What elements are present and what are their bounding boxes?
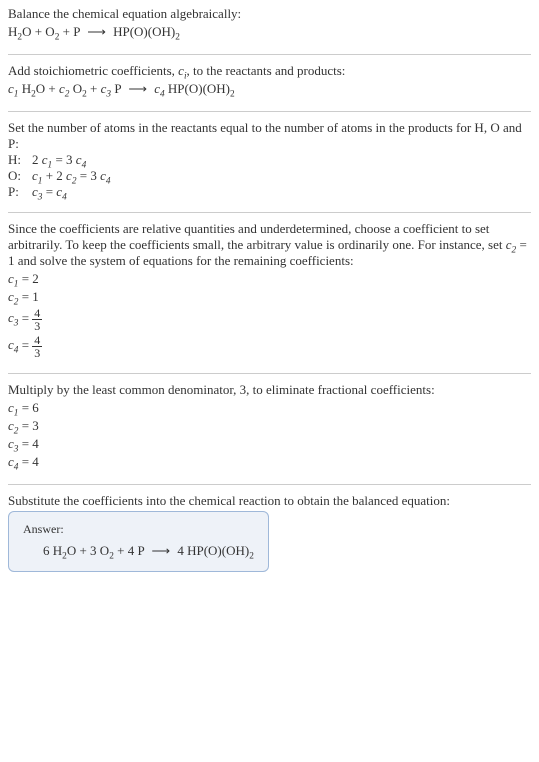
- divider: [8, 111, 531, 112]
- substitute-text: Substitute the coefficients into the che…: [8, 493, 531, 509]
- solve-text: Since the coefficients are relative quan…: [8, 221, 531, 269]
- answer-box: Answer: 6 H2O + 3 O2 + 4 P ⟶ 4 HP(O)(OH)…: [8, 511, 269, 572]
- species-o2: O2: [45, 24, 59, 39]
- fraction: 43: [32, 334, 42, 359]
- table-row: P: c3 = c4: [8, 184, 115, 200]
- stoich-equation: c1 H2O + c2 O2 + c3 P ⟶ c4 HP(O)(OH)2: [8, 81, 531, 97]
- intro-text: Balance the chemical equation algebraica…: [8, 6, 531, 22]
- stoich-text: Add stoichiometric coefficients, ci, to …: [8, 63, 531, 79]
- species-p: P: [73, 24, 80, 39]
- balance-eq-h: 2 c1 = 3 c4: [32, 152, 115, 168]
- section-substitute: Substitute the coefficients into the che…: [8, 489, 531, 580]
- section-lcd: Multiply by the least common denominator…: [8, 378, 531, 480]
- divider: [8, 484, 531, 485]
- table-row: H: 2 c1 = 3 c4: [8, 152, 115, 168]
- fraction: 43: [32, 307, 42, 332]
- reaction-arrow-icon: ⟶: [124, 81, 151, 97]
- species-h2o: H2O: [53, 543, 76, 558]
- reaction-arrow-icon: ⟶: [147, 543, 174, 559]
- atom-balance-text: Set the number of atoms in the reactants…: [8, 120, 531, 152]
- species-hpooh2: HP(O)(OH)2: [187, 543, 254, 558]
- divider: [8, 54, 531, 55]
- coef-value: c3 = 4: [8, 436, 531, 452]
- divider: [8, 373, 531, 374]
- section-solve: Since the coefficients are relative quan…: [8, 217, 531, 369]
- unbalanced-equation: H2O + O2 + P ⟶ HP(O)(OH)2: [8, 24, 531, 40]
- atom-balance-table: H: 2 c1 = 3 c4 O: c1 + 2 c2 = 3 c4 P: c3…: [8, 152, 115, 200]
- coef-value: c3 = 43: [8, 307, 531, 332]
- species-p: P: [137, 543, 144, 558]
- atom-label: O:: [8, 168, 32, 184]
- atom-label: H:: [8, 152, 32, 168]
- species-o2: O2: [73, 81, 87, 96]
- species-hpooh2: HP(O)(OH)2: [168, 81, 235, 96]
- coef-value: c4 = 43: [8, 334, 531, 359]
- answer-label: Answer:: [23, 522, 254, 537]
- coef-value: c2 = 3: [8, 418, 531, 434]
- species-h2o: H2O: [22, 81, 45, 96]
- species-h2o: H2O: [8, 24, 31, 39]
- table-row: O: c1 + 2 c2 = 3 c4: [8, 168, 115, 184]
- section-stoich: Add stoichiometric coefficients, ci, to …: [8, 59, 531, 107]
- coef-value: c4 = 4: [8, 454, 531, 470]
- species-p: P: [114, 81, 121, 96]
- balanced-equation: 6 H2O + 3 O2 + 4 P ⟶ 4 HP(O)(OH)2: [23, 543, 254, 559]
- section-atom-balance: Set the number of atoms in the reactants…: [8, 116, 531, 208]
- species-o2: O2: [100, 543, 114, 558]
- atom-label: P:: [8, 184, 32, 200]
- divider: [8, 212, 531, 213]
- species-hpooh2: HP(O)(OH)2: [113, 24, 180, 39]
- balance-eq-o: c1 + 2 c2 = 3 c4: [32, 168, 115, 184]
- coef-value: c1 = 6: [8, 400, 531, 416]
- lcd-text: Multiply by the least common denominator…: [8, 382, 531, 398]
- coef-value: c1 = 2: [8, 271, 531, 287]
- reaction-arrow-icon: ⟶: [83, 24, 110, 40]
- section-intro: Balance the chemical equation algebraica…: [8, 2, 531, 50]
- coef-value: c2 = 1: [8, 289, 531, 305]
